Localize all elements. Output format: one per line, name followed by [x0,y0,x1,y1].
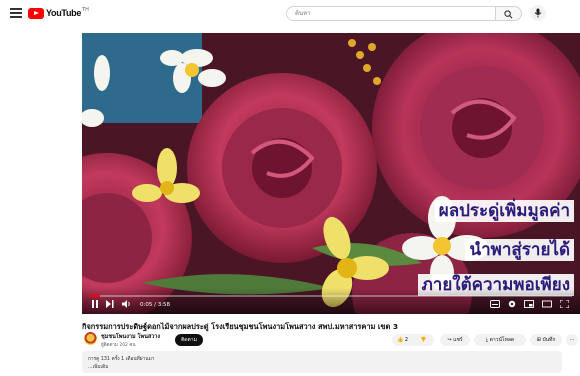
share-button[interactable]: ↪ แชร์ [440,334,470,346]
progress-bar[interactable] [90,295,572,297]
save-button[interactable]: ⊞ บันทึก [530,334,562,346]
theater-mode-icon[interactable] [542,300,552,308]
subscriber-count: ผู้ติดตาม 202 คน [101,343,136,348]
subtitles-icon[interactable] [490,300,500,308]
logo-region: TH [82,7,89,13]
save-icon: ⊞ [536,337,541,343]
miniplayer-icon[interactable] [524,300,534,308]
like-dislike-group: 👍 2 👎 [392,334,434,346]
channel-avatar[interactable] [84,332,97,345]
thumbs-down-icon: 👎 [420,337,427,343]
show-more-link[interactable]: ...เพิ่มเติม [88,363,108,371]
search-icon [504,10,513,19]
youtube-logo[interactable]: YouTube TH [28,7,89,19]
mic-icon [534,8,542,18]
pause-icon[interactable] [91,300,99,308]
video-frame [82,33,580,314]
youtube-play-icon [28,7,44,19]
fullscreen-icon[interactable] [560,300,569,308]
subscribe-button[interactable]: ติดตาม [175,334,203,346]
save-label: บันทึก [542,337,556,343]
like-count: 2 [404,337,409,343]
voice-search-button[interactable] [530,5,546,21]
caption-line-2: นำพาสู่รายได้ [465,239,574,261]
dislike-button[interactable]: 👎 [420,334,426,346]
share-label: แชร์ [453,337,463,343]
more-actions-button[interactable]: ⋯ [566,334,578,346]
description-box[interactable]: การดู 131 ครั้ง 1 เดือนที่ผ่านมา ...เพิ่… [82,351,562,373]
top-bar: YouTube TH ค้นหา [0,0,580,26]
download-icon: ⤓ [485,337,489,343]
download-button[interactable]: ⤓ ดาวน์โหลด [474,334,526,346]
search-input[interactable]: ค้นหา [286,6,496,21]
video-player[interactable]: ผลประดู่เพิ่มมูลค่า นำพาสู่รายได้ ภายใต้… [82,33,580,314]
share-icon: ↪ [447,337,452,343]
volume-icon[interactable] [122,300,132,308]
next-icon[interactable] [106,300,114,308]
more-icon: ⋯ [569,337,575,343]
channel-name[interactable]: ชุมชนโพนงาม โพนสวาง [101,333,160,341]
video-title: กิจกรรมการประดิษฐ์ดอกไม้จากผลประดู่ โรงเ… [82,322,399,331]
view-count-line: การดู 131 ครั้ง 1 เดือนที่ผ่านมา [88,357,155,362]
time-display: 0:05 / 3:58 [140,302,171,308]
like-button[interactable]: 👍 2 [397,334,417,346]
download-label: ดาวน์โหลด [489,337,515,343]
settings-icon[interactable] [508,300,516,308]
caption-line-1: ผลประดู่เพิ่มมูลค่า [434,200,574,222]
menu-icon[interactable] [10,8,22,18]
player-controls: 0:05 / 3:58 [82,288,580,314]
search-button[interactable] [496,6,522,21]
logo-text: YouTube [46,8,82,18]
progress-fill [90,295,100,297]
thumbs-up-icon: 👍 [397,337,404,343]
